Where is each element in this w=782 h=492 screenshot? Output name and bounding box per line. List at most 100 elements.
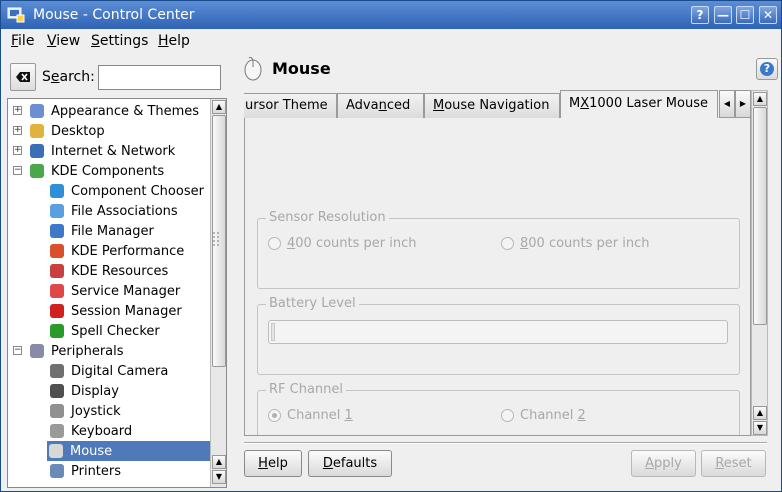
session-manager-icon <box>50 304 64 318</box>
menu-view[interactable]: View <box>47 33 80 49</box>
tree-item-label: Peripherals <box>51 344 124 359</box>
tree-item-file-associations[interactable]: File Associations <box>8 201 211 221</box>
radio-channel-2[interactable] <box>501 409 514 422</box>
tree-item-label: Display <box>71 384 119 399</box>
search-input[interactable] <box>98 65 221 90</box>
tree-item-kde-components[interactable]: − KDE Components <box>8 161 211 181</box>
search-label: Search: <box>42 69 95 85</box>
menu-file[interactable]: File <box>11 33 34 49</box>
splitter-grip-icon[interactable] <box>211 231 221 249</box>
display-icon <box>50 384 64 398</box>
printer-icon <box>50 464 64 478</box>
radio-800-cpi[interactable] <box>501 237 514 250</box>
panel-scrollbar[interactable]: ▲ ▲ ▼ <box>751 90 768 436</box>
kde-resources-icon <box>50 264 64 278</box>
tree-item-peripherals[interactable]: − Peripherals <box>8 341 211 361</box>
apply-button[interactable]: Apply <box>631 450 696 477</box>
collapse-icon[interactable]: − <box>13 166 22 175</box>
kde-performance-icon <box>50 244 64 258</box>
tab-scroll-left-icon[interactable]: ◀ <box>719 90 735 118</box>
tree-item-label: KDE Components <box>51 164 165 179</box>
tree-item-label: File Associations <box>71 204 178 219</box>
radio-channel-1-label[interactable]: Channel 1 <box>287 408 353 423</box>
tree-item-label: Digital Camera <box>71 364 169 379</box>
collapse-icon[interactable]: − <box>13 346 22 355</box>
clear-search-button[interactable] <box>10 63 36 91</box>
radio-channel-2-label[interactable]: Channel 2 <box>520 408 586 423</box>
tree-item-mouse[interactable]: Mouse <box>47 441 210 461</box>
tree-item-printers[interactable]: Printers <box>8 461 211 481</box>
minimize-button[interactable]: — <box>714 6 732 24</box>
tree-item-label: KDE Resources <box>71 264 169 279</box>
scroll-up-arrow-icon[interactable]: ▲ <box>753 406 767 420</box>
defaults-button[interactable]: Defaults <box>308 450 392 477</box>
tree-item-label: File Manager <box>71 224 154 239</box>
page-title: Mouse <box>272 59 331 78</box>
network-icon <box>30 144 44 158</box>
tab-mx1000-laser-mouse[interactable]: MX1000 Laser Mouse <box>560 90 718 119</box>
kde-components-icon <box>30 164 44 178</box>
camera-icon <box>50 364 64 378</box>
control-center-icon <box>7 7 25 23</box>
mouse-icon <box>244 57 262 81</box>
tree-item-label: Keyboard <box>71 424 133 439</box>
tab-pane: Sensor Resolution 400 counts per inch 80… <box>244 118 751 436</box>
scroll-down-arrow-icon[interactable]: ▼ <box>212 470 226 484</box>
button-separator <box>244 442 767 444</box>
battery-level-fill <box>271 323 275 341</box>
tree-item-desktop[interactable]: + Desktop <box>8 121 211 141</box>
radio-400-cpi-label[interactable]: 400 counts per inch <box>287 236 417 251</box>
peripherals-icon <box>30 344 44 358</box>
tab-scroll-right-icon[interactable]: ▶ <box>735 90 751 118</box>
radio-400-cpi[interactable] <box>268 237 281 250</box>
menu-help[interactable]: Help <box>158 33 190 49</box>
tree-item-file-manager[interactable]: File Manager <box>8 221 211 241</box>
module-tree: + Appearance & Themes + Desktop + Internet & … <box>7 98 227 488</box>
scroll-up-arrow-icon[interactable]: ▲ <box>212 455 226 469</box>
tree-item-appearance-themes[interactable]: + Appearance & Themes <box>8 101 211 121</box>
mouse-icon <box>49 444 63 458</box>
tree-item-joystick[interactable]: Joystick <box>8 401 211 421</box>
tree-item-session-manager[interactable]: Session Manager <box>8 301 211 321</box>
tree-item-internet-network[interactable]: + Internet & Network <box>8 141 211 161</box>
tree-item-keyboard[interactable]: Keyboard <box>8 421 211 441</box>
file-manager-icon <box>50 224 64 238</box>
reset-button[interactable]: Reset <box>701 450 766 477</box>
tree-item-component-chooser[interactable]: Component Chooser <box>8 181 211 201</box>
tree-item-digital-camera[interactable]: Digital Camera <box>8 361 211 381</box>
close-button[interactable]: ✕ <box>759 6 777 24</box>
tab-advanced[interactable]: Advanced <box>337 93 424 118</box>
help-button[interactable]: Help <box>244 450 302 477</box>
question-icon: ? <box>760 62 774 76</box>
battery-level-title: Battery Level <box>266 296 359 311</box>
title-bar[interactable]: Mouse - Control Center ? — ☐ ✕ <box>1 1 781 29</box>
radio-800-cpi-label[interactable]: 800 counts per inch <box>520 236 650 251</box>
tree-item-label: Spell Checker <box>71 324 160 339</box>
expand-icon[interactable]: + <box>13 126 22 135</box>
tree-scrollbar[interactable]: ▲ ▲ ▼ <box>210 99 226 487</box>
expand-icon[interactable]: + <box>13 106 22 115</box>
tree-item-label: Appearance & Themes <box>51 104 200 119</box>
tab-bar: ursor Theme Advanced Mouse Navigation MX… <box>244 90 719 119</box>
tree-item-display[interactable]: Display <box>8 381 211 401</box>
service-manager-icon <box>50 284 64 298</box>
tree-item-service-manager[interactable]: Service Manager <box>8 281 211 301</box>
expand-icon[interactable]: + <box>13 146 22 155</box>
tree-item-kde-performance[interactable]: KDE Performance <box>8 241 211 261</box>
maximize-button[interactable]: ☐ <box>736 6 754 24</box>
radio-channel-1[interactable] <box>268 409 281 422</box>
battery-level-bar <box>268 320 728 344</box>
rf-channel-title: RF Channel <box>266 382 347 397</box>
scroll-down-arrow-icon[interactable]: ▼ <box>753 421 767 435</box>
context-help-button[interactable]: ? <box>691 6 709 24</box>
sensor-resolution-group: Sensor Resolution 400 counts per inch 80… <box>257 210 740 289</box>
menu-settings[interactable]: Settings <box>91 33 148 49</box>
scroll-up-arrow-icon[interactable]: ▲ <box>212 100 226 114</box>
panel-scroll-thumb[interactable] <box>753 107 767 325</box>
tab-cursor-theme[interactable]: ursor Theme <box>244 93 337 118</box>
tree-item-kde-resources[interactable]: KDE Resources <box>8 261 211 281</box>
scroll-up-arrow-icon[interactable]: ▲ <box>753 92 767 106</box>
whats-this-button[interactable]: ? <box>756 58 778 80</box>
tab-mouse-navigation[interactable]: Mouse Navigation <box>424 93 560 118</box>
tree-item-spell-checker[interactable]: Spell Checker <box>8 321 211 341</box>
